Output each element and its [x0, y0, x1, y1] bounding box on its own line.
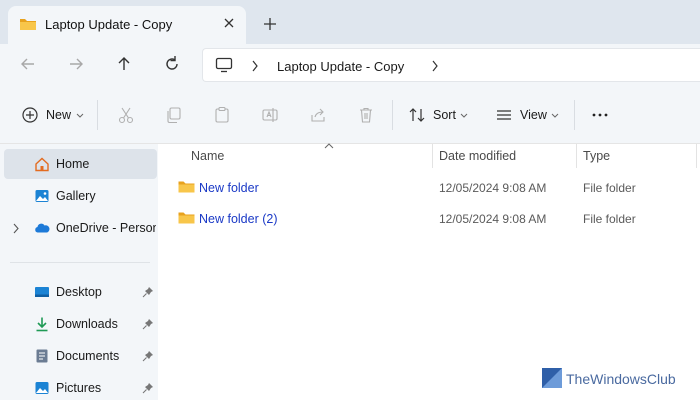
- navigation-bar: Laptop Update - Copy: [0, 44, 700, 86]
- column-header-type[interactable]: Type: [577, 144, 697, 168]
- folder-icon: [178, 212, 195, 224]
- arrow-right-icon[interactable]: [66, 54, 86, 74]
- sidebar-item-label: Home: [56, 157, 90, 171]
- sidebar-item-onedrive[interactable]: OneDrive - Personal: [4, 213, 157, 243]
- chevron-down-icon[interactable]: [76, 113, 84, 119]
- cut-icon[interactable]: [117, 106, 135, 124]
- sort-icon[interactable]: [408, 106, 426, 124]
- sidebar-divider: [10, 262, 150, 263]
- tab-laptop-update-copy[interactable]: Laptop Update - Copy: [8, 6, 246, 44]
- sidebar-item-desktop[interactable]: Desktop: [4, 277, 157, 307]
- sidebar-item-label: Downloads: [56, 317, 118, 331]
- sidebar-item-label: OneDrive - Personal: [56, 221, 156, 235]
- toolbar-separator: [392, 100, 393, 130]
- sidebar-item-documents[interactable]: Documents: [4, 341, 157, 371]
- tab-title: Laptop Update - Copy: [45, 17, 173, 32]
- refresh-icon[interactable]: [162, 54, 182, 74]
- new-button[interactable]: New: [46, 108, 71, 122]
- file-type: File folder: [583, 181, 636, 195]
- view-button[interactable]: View: [520, 108, 547, 122]
- chevron-right-icon[interactable]: [12, 223, 20, 234]
- desktop-icon: [35, 287, 49, 297]
- sidebar-item-label: Documents: [56, 349, 120, 363]
- column-header-date-modified[interactable]: Date modified: [433, 144, 576, 168]
- watermark-text: TheWindowsClub: [566, 371, 676, 387]
- pin-icon[interactable]: [142, 382, 154, 394]
- chevron-down-icon[interactable]: [551, 113, 559, 119]
- file-name[interactable]: New folder (2): [199, 212, 278, 226]
- chevron-down-icon[interactable]: [460, 113, 468, 119]
- folder-icon: [178, 181, 195, 193]
- file-name[interactable]: New folder: [199, 181, 259, 195]
- pictures-icon: [35, 382, 49, 394]
- pin-icon[interactable]: [142, 318, 154, 330]
- watermark-logo: [542, 368, 562, 388]
- file-date-modified: 12/05/2024 9:08 AM: [439, 212, 547, 226]
- documents-icon: [36, 349, 48, 363]
- address-bar[interactable]: Laptop Update - Copy: [202, 48, 700, 82]
- file-type: File folder: [583, 212, 636, 226]
- arrow-left-icon[interactable]: [18, 54, 38, 74]
- arrow-up-icon[interactable]: [114, 54, 134, 74]
- paste-icon[interactable]: [213, 106, 231, 124]
- column-header-label: Name: [191, 149, 225, 163]
- view-icon[interactable]: [495, 106, 513, 124]
- rename-icon[interactable]: [261, 106, 279, 124]
- column-header-label: Type: [583, 149, 611, 163]
- chevron-up-icon: [324, 143, 334, 149]
- table-row[interactable]: New folder (2) 12/05/2024 9:08 AM File f…: [172, 205, 692, 231]
- sidebar-item-gallery[interactable]: Gallery: [4, 181, 157, 211]
- sidebar-item-home[interactable]: Home: [4, 149, 157, 179]
- column-header-label: Date modified: [439, 149, 517, 163]
- home-icon: [35, 157, 49, 172]
- sidebar-item-label: Pictures: [56, 381, 102, 395]
- pin-icon[interactable]: [142, 286, 154, 298]
- title-bar: Laptop Update - Copy: [0, 0, 700, 44]
- plus-icon[interactable]: [262, 16, 278, 32]
- navigation-pane: Home Gallery OneDrive - Personal Desktop: [0, 144, 158, 400]
- sidebar-item-label: Gallery: [56, 189, 96, 203]
- gallery-icon: [35, 190, 49, 202]
- computer-icon: [215, 57, 233, 73]
- toolbar-separator: [97, 100, 98, 130]
- pin-icon[interactable]: [142, 350, 154, 362]
- delete-icon[interactable]: [357, 106, 375, 124]
- file-date-modified: 12/05/2024 9:08 AM: [439, 181, 547, 195]
- command-bar: New Sort View: [0, 86, 700, 144]
- sidebar-item-pictures[interactable]: Pictures: [4, 373, 157, 400]
- table-row[interactable]: New folder 12/05/2024 9:08 AM File folde…: [172, 174, 692, 200]
- sidebar-item-label: Desktop: [56, 285, 102, 299]
- copy-icon[interactable]: [165, 106, 183, 124]
- sidebar-item-downloads[interactable]: Downloads: [4, 309, 157, 339]
- close-icon[interactable]: [221, 15, 237, 31]
- share-icon[interactable]: [309, 106, 327, 124]
- file-list: Name Date modified Type New folder 12/05…: [158, 143, 700, 400]
- onedrive-icon: [35, 223, 50, 233]
- sort-button[interactable]: Sort: [433, 108, 456, 122]
- downloads-icon: [36, 317, 48, 332]
- new-icon[interactable]: [21, 106, 39, 124]
- column-divider[interactable]: [696, 144, 697, 168]
- breadcrumb-laptop-update-copy[interactable]: Laptop Update - Copy: [277, 59, 404, 74]
- toolbar-separator: [574, 100, 575, 130]
- more-icon[interactable]: [591, 106, 609, 124]
- chevron-right-icon[interactable]: [431, 60, 439, 72]
- column-header-name[interactable]: Name: [178, 143, 433, 168]
- chevron-right-icon[interactable]: [251, 60, 259, 72]
- folder-icon: [20, 19, 36, 30]
